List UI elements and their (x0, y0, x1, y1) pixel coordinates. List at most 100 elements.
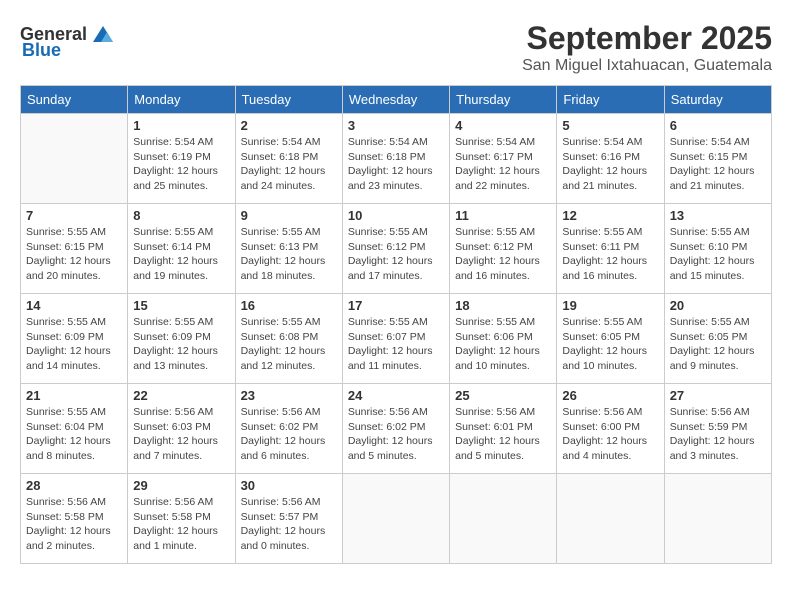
day-info: Sunrise: 5:55 AM Sunset: 6:09 PM Dayligh… (133, 315, 229, 374)
calendar-cell: 13 Sunrise: 5:55 AM Sunset: 6:10 PM Dayli… (664, 204, 771, 294)
day-info: Sunrise: 5:56 AM Sunset: 6:03 PM Dayligh… (133, 405, 229, 464)
day-number: 13 (670, 208, 766, 223)
calendar-cell: 30 Sunrise: 5:56 AM Sunset: 5:57 PM Dayli… (235, 474, 342, 564)
calendar-cell (21, 114, 128, 204)
day-number: 11 (455, 208, 551, 223)
day-info: Sunrise: 5:56 AM Sunset: 5:57 PM Dayligh… (241, 495, 337, 554)
calendar-cell: 20 Sunrise: 5:55 AM Sunset: 6:05 PM Dayli… (664, 294, 771, 384)
calendar-cell: 25 Sunrise: 5:56 AM Sunset: 6:01 PM Dayli… (450, 384, 557, 474)
day-number: 29 (133, 478, 229, 493)
calendar-cell: 21 Sunrise: 5:55 AM Sunset: 6:04 PM Dayli… (21, 384, 128, 474)
calendar-cell: 28Sunrise: 5:56 AM Sunset: 5:58 PM Dayli… (21, 474, 128, 564)
day-info: Sunrise: 5:54 AM Sunset: 6:18 PM Dayligh… (348, 135, 444, 194)
calendar-cell: 26 Sunrise: 5:56 AM Sunset: 6:00 PM Dayli… (557, 384, 664, 474)
day-info: Sunrise: 5:55 AM Sunset: 6:13 PM Dayligh… (241, 225, 337, 284)
calendar-header-row: SundayMondayTuesdayWednesdayThursdayFrid… (21, 86, 772, 114)
calendar-cell: 29 Sunrise: 5:56 AM Sunset: 5:58 PM Dayli… (128, 474, 235, 564)
weekday-header: Friday (557, 86, 664, 114)
day-number: 14 (26, 298, 122, 313)
day-number: 16 (241, 298, 337, 313)
day-number: 23 (241, 388, 337, 403)
calendar-cell: 3 Sunrise: 5:54 AM Sunset: 6:18 PM Daylig… (342, 114, 449, 204)
day-info: Sunrise: 5:54 AM Sunset: 6:17 PM Dayligh… (455, 135, 551, 194)
calendar-cell: 16 Sunrise: 5:55 AM Sunset: 6:08 PM Dayli… (235, 294, 342, 384)
day-info: Sunrise: 5:56 AM Sunset: 6:02 PM Dayligh… (348, 405, 444, 464)
logo-icon (89, 20, 117, 48)
calendar-week-row: 21 Sunrise: 5:55 AM Sunset: 6:04 PM Dayli… (21, 384, 772, 474)
page-header: General Blue September 2025 San Miguel I… (20, 20, 772, 75)
calendar-cell (342, 474, 449, 564)
day-info: Sunrise: 5:55 AM Sunset: 6:06 PM Dayligh… (455, 315, 551, 374)
calendar-cell: 2Sunrise: 5:54 AM Sunset: 6:18 PM Daylig… (235, 114, 342, 204)
day-info: Sunrise: 5:55 AM Sunset: 6:09 PM Dayligh… (26, 315, 122, 374)
day-number: 6 (670, 118, 766, 133)
day-info: Sunrise: 5:56 AM Sunset: 5:59 PM Dayligh… (670, 405, 766, 464)
calendar-cell: 27 Sunrise: 5:56 AM Sunset: 5:59 PM Dayli… (664, 384, 771, 474)
day-info: Sunrise: 5:55 AM Sunset: 6:05 PM Dayligh… (562, 315, 658, 374)
day-info: Sunrise: 5:55 AM Sunset: 6:12 PM Dayligh… (455, 225, 551, 284)
day-number: 7 (26, 208, 122, 223)
calendar-week-row: 28 Sunrise: 5:56 AM Sunset: 5:58 PM Dayli… (21, 474, 772, 564)
day-info: Sunrise: 5:56 AM Sunset: 6:02 PM Dayligh… (241, 405, 337, 464)
calendar-cell: 17 Sunrise: 5:55 AM Sunset: 6:07 PM Dayli… (342, 294, 449, 384)
day-number: 18 (455, 298, 551, 313)
day-info: Sunrise: 5:55 AM Sunset: 6:14 PM Dayligh… (133, 225, 229, 284)
calendar-cell: 4 Sunrise: 5:54 AM Sunset: 6:17 PM Daylig… (450, 114, 557, 204)
calendar-cell: 1 Sunrise: 5:54 AM Sunset: 6:19 PM Daylig… (128, 114, 235, 204)
day-number: 28 (26, 478, 122, 493)
day-info: Sunrise: 5:56 AM Sunset: 6:01 PM Dayligh… (455, 405, 551, 464)
day-info: Sunrise: 5:55 AM Sunset: 6:05 PM Dayligh… (670, 315, 766, 374)
day-number: 20 (670, 298, 766, 313)
day-number: 12 (562, 208, 658, 223)
day-info: Sunrise: 5:54 AM Sunset: 6:19 PM Dayligh… (133, 135, 229, 194)
weekday-header: Sunday (21, 86, 128, 114)
day-number: 2 (241, 118, 337, 133)
day-number: 17 (348, 298, 444, 313)
month-title: September 2025 (522, 20, 772, 57)
day-number: 5 (562, 118, 658, 133)
day-number: 21 (26, 388, 122, 403)
calendar-cell: 5 Sunrise: 5:54 AM Sunset: 6:16 PM Daylig… (557, 114, 664, 204)
day-number: 3 (348, 118, 444, 133)
day-info: Sunrise: 5:54 AM Sunset: 6:15 PM Dayligh… (670, 135, 766, 194)
day-number: 4 (455, 118, 551, 133)
day-number: 25 (455, 388, 551, 403)
weekday-header: Tuesday (235, 86, 342, 114)
weekday-header: Monday (128, 86, 235, 114)
day-info: Sunrise: 5:55 AM Sunset: 6:11 PM Dayligh… (562, 225, 658, 284)
day-number: 22 (133, 388, 229, 403)
calendar-cell (450, 474, 557, 564)
calendar-cell (664, 474, 771, 564)
day-number: 30 (241, 478, 337, 493)
calendar-cell: 23 Sunrise: 5:56 AM Sunset: 6:02 PM Dayli… (235, 384, 342, 474)
weekday-header: Saturday (664, 86, 771, 114)
day-info: Sunrise: 5:55 AM Sunset: 6:10 PM Dayligh… (670, 225, 766, 284)
calendar-cell: 6 Sunrise: 5:54 AM Sunset: 6:15 PM Daylig… (664, 114, 771, 204)
day-info: Sunrise: 5:55 AM Sunset: 6:15 PM Dayligh… (26, 225, 122, 284)
day-number: 27 (670, 388, 766, 403)
calendar-cell: 9Sunrise: 5:55 AM Sunset: 6:13 PM Daylig… (235, 204, 342, 294)
location-title: San Miguel Ixtahuacan, Guatemala (522, 57, 772, 75)
day-number: 1 (133, 118, 229, 133)
calendar-week-row: 14 Sunrise: 5:55 AM Sunset: 6:09 PM Dayli… (21, 294, 772, 384)
calendar-cell: 18 Sunrise: 5:55 AM Sunset: 6:06 PM Dayli… (450, 294, 557, 384)
day-info: Sunrise: 5:55 AM Sunset: 6:07 PM Dayligh… (348, 315, 444, 374)
day-info: Sunrise: 5:56 AM Sunset: 5:58 PM Dayligh… (133, 495, 229, 554)
day-info: Sunrise: 5:54 AM Sunset: 6:16 PM Dayligh… (562, 135, 658, 194)
weekday-header: Thursday (450, 86, 557, 114)
calendar-cell: 10Sunrise: 5:55 AM Sunset: 6:12 PM Dayli… (342, 204, 449, 294)
weekday-header: Wednesday (342, 86, 449, 114)
calendar-cell: 14 Sunrise: 5:55 AM Sunset: 6:09 PM Dayli… (21, 294, 128, 384)
calendar-cell: 24 Sunrise: 5:56 AM Sunset: 6:02 PM Dayli… (342, 384, 449, 474)
calendar-cell: 11 Sunrise: 5:55 AM Sunset: 6:12 PM Dayli… (450, 204, 557, 294)
day-number: 10 (348, 208, 444, 223)
day-number: 26 (562, 388, 658, 403)
logo-blue: Blue (22, 40, 61, 61)
day-info: Sunrise: 5:55 AM Sunset: 6:04 PM Dayligh… (26, 405, 122, 464)
day-number: 15 (133, 298, 229, 313)
day-number: 8 (133, 208, 229, 223)
day-info: Sunrise: 5:55 AM Sunset: 6:08 PM Dayligh… (241, 315, 337, 374)
day-number: 24 (348, 388, 444, 403)
day-info: Sunrise: 5:56 AM Sunset: 6:00 PM Dayligh… (562, 405, 658, 464)
calendar-cell: 7 Sunrise: 5:55 AM Sunset: 6:15 PM Daylig… (21, 204, 128, 294)
